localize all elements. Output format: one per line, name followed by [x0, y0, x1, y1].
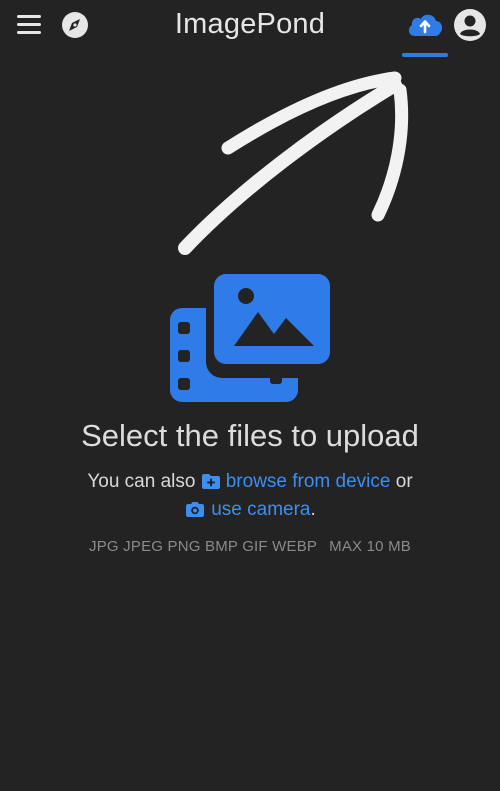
top-bar: ImagePond	[0, 0, 500, 58]
supported-formats: JPG JPEG PNG BMP GIF WEBP	[89, 538, 318, 555]
hand-drawn-arrow-annotation	[178, 71, 409, 255]
use-camera-link[interactable]: use camera	[184, 499, 311, 520]
also-text: You can also	[87, 471, 196, 492]
supported-formats-info: JPG JPEG PNG BMP GIF WEBP MAX 10 MB	[0, 538, 500, 555]
folder-plus-icon	[201, 474, 220, 489]
active-tab-indicator	[402, 53, 448, 57]
browse-from-device-link[interactable]: browse from device	[201, 471, 391, 492]
image-and-video-icon	[170, 274, 332, 402]
max-file-size: MAX 10 MB	[329, 538, 411, 555]
upload-heading: Select the files to upload	[81, 418, 419, 453]
account-button[interactable]	[453, 8, 487, 42]
period-text: .	[310, 499, 316, 520]
or-text: or	[395, 471, 413, 492]
cloud-upload-icon	[408, 14, 443, 37]
camera-label: use camera	[211, 499, 311, 520]
camera-option-line: use camera.	[0, 499, 500, 521]
account-circle-icon	[454, 9, 486, 41]
browse-label: browse from device	[225, 471, 391, 492]
upload-page: ImagePond Select the files to upload You…	[0, 0, 500, 791]
alternative-options-line: You can also browse from device or	[0, 471, 500, 493]
upload-tab-button[interactable]	[404, 8, 446, 42]
camera-icon	[186, 502, 205, 517]
